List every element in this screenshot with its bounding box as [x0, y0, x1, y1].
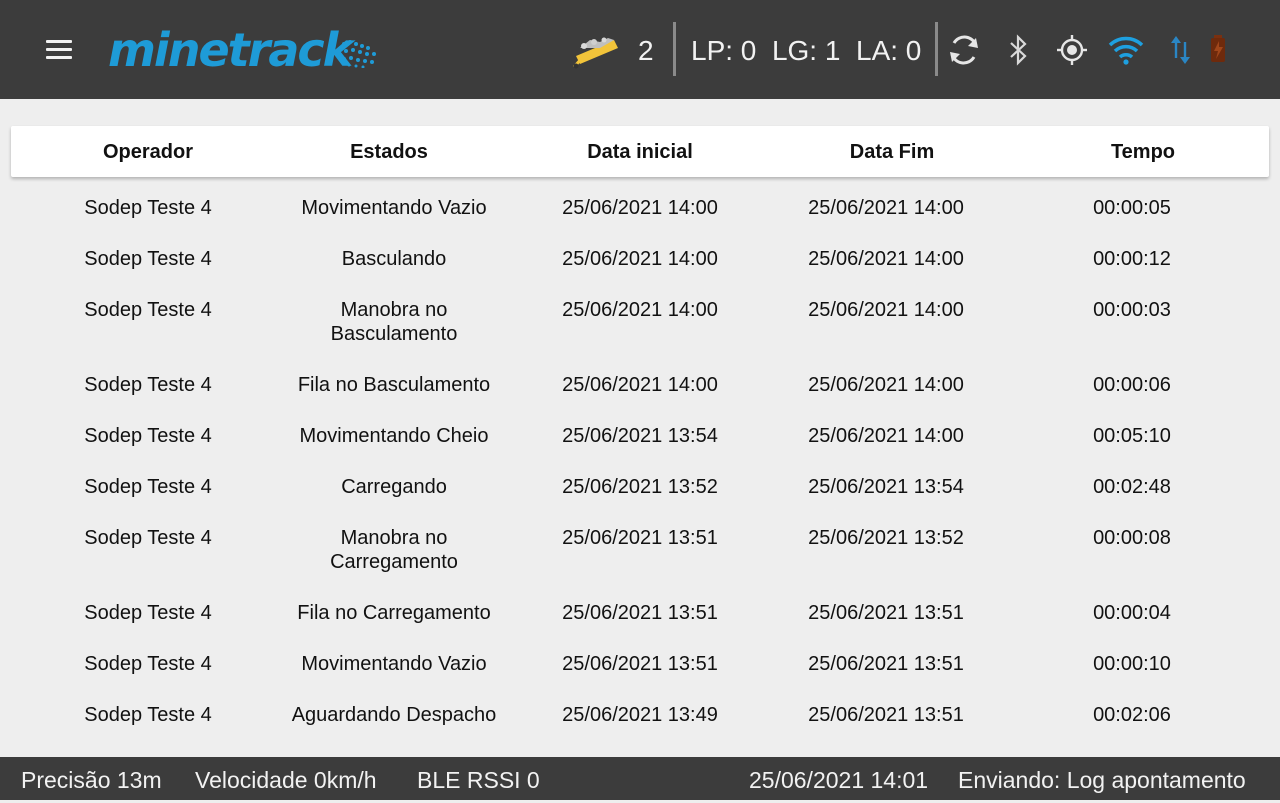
cell-data-inicial: 25/06/2021 13:54	[562, 425, 718, 447]
cell-operador: Sodep Teste 4	[84, 653, 212, 675]
cell-operador: Sodep Teste 4	[84, 299, 212, 321]
column-header-tempo[interactable]: Tempo	[1019, 126, 1267, 177]
truck-icon	[572, 37, 618, 69]
cell-tempo: 00:00:05	[1093, 197, 1171, 219]
ble-rssi-readout: BLE RSSI 0	[417, 767, 540, 793]
cell-operador: Sodep Teste 4	[84, 602, 212, 624]
cell-operador: Sodep Teste 4	[84, 425, 212, 447]
la-counter: LA: 0	[856, 35, 922, 66]
cell-data-inicial: 25/06/2021 14:00	[562, 299, 718, 321]
cell-estado: Manobra no Carregamento	[330, 527, 458, 573]
cell-tempo: 00:00:10	[1093, 653, 1171, 675]
load-counters: LP: 0 LG: 1 LA: 0	[691, 33, 921, 69]
cell-data-fim: 25/06/2021 13:51	[808, 653, 964, 675]
bluetooth-icon	[1010, 34, 1027, 66]
menu-icon[interactable]	[44, 38, 74, 62]
cell-estado: Basculando	[341, 248, 447, 270]
cell-estado: Fila no Basculamento	[297, 374, 491, 396]
cell-operador: Sodep Teste 4	[84, 527, 212, 549]
states-table-body: Sodep Teste 4 Movimentando Vazio 25/06/2…	[0, 180, 1280, 738]
wifi-icon	[1108, 36, 1144, 65]
table-row[interactable]: Sodep Teste 4 Movimentando Vazio 25/06/2…	[0, 180, 1280, 231]
gps-icon	[1057, 35, 1087, 65]
sending-status: Enviando: Log apontamento	[958, 767, 1246, 793]
cell-data-inicial: 25/06/2021 13:51	[562, 527, 718, 549]
cell-tempo: 00:02:06	[1093, 704, 1171, 726]
battery-icon	[1211, 35, 1225, 62]
cell-tempo: 00:00:06	[1093, 374, 1171, 396]
lg-counter: LG: 1	[771, 35, 841, 66]
cell-operador: Sodep Teste 4	[84, 476, 212, 498]
cell-data-fim: 25/06/2021 14:00	[808, 374, 964, 396]
status-footer: Precisão 13m Velocidade 0km/h BLE RSSI 0…	[0, 757, 1280, 800]
lp-counter: LP: 0	[691, 35, 757, 66]
top-app-bar: minetrack 2 LP: 0 LG: 1 LA: 0	[0, 0, 1280, 99]
table-row[interactable]: Sodep Teste 4 Fila no Basculamento 25/06…	[0, 357, 1280, 408]
cell-tempo: 00:00:03	[1093, 299, 1171, 321]
cell-operador: Sodep Teste 4	[84, 704, 212, 726]
cell-tempo: 00:00:12	[1093, 248, 1171, 270]
cell-estado: Carregando	[341, 476, 447, 498]
cell-operador: Sodep Teste 4	[84, 197, 212, 219]
cell-operador: Sodep Teste 4	[84, 248, 212, 270]
cell-data-inicial: 25/06/2021 13:51	[562, 653, 718, 675]
cell-estado: Fila no Carregamento	[297, 602, 491, 624]
table-row[interactable]: Sodep Teste 4 Movimentando Vazio 25/06/2…	[0, 636, 1280, 687]
cell-estado: Movimentando Vazio	[301, 653, 487, 675]
speed-readout: Velocidade 0km/h	[195, 767, 377, 793]
cell-tempo: 00:02:48	[1093, 476, 1171, 498]
table-row[interactable]: Sodep Teste 4 Movimentando Cheio 25/06/2…	[0, 408, 1280, 459]
table-header: Operador Estados Data inicial Data Fim T…	[11, 126, 1269, 177]
table-row[interactable]: Sodep Teste 4 Manobra no Carregamento 25…	[0, 510, 1280, 585]
column-header-estados[interactable]: Estados	[271, 126, 507, 177]
column-header-data-fim[interactable]: Data Fim	[767, 126, 1017, 177]
table-row[interactable]: Sodep Teste 4 Aguardando Despacho 25/06/…	[0, 687, 1280, 738]
column-header-data-inicial[interactable]: Data inicial	[517, 126, 763, 177]
cell-estado: Movimentando Vazio	[301, 197, 487, 219]
cell-data-fim: 25/06/2021 13:54	[808, 476, 964, 498]
cell-data-inicial: 25/06/2021 14:00	[562, 248, 718, 270]
precision-readout: Precisão 13m	[21, 767, 162, 793]
cell-data-fim: 25/06/2021 13:52	[808, 527, 964, 549]
cell-tempo: 00:05:10	[1093, 425, 1171, 447]
cell-data-inicial: 25/06/2021 13:52	[562, 476, 718, 498]
cell-data-fim: 25/06/2021 13:51	[808, 704, 964, 726]
minetrack-logo: minetrack	[108, 24, 378, 78]
truck-count: 2	[638, 35, 654, 66]
data-transfer-icon	[1171, 36, 1190, 64]
header-divider	[935, 22, 938, 76]
cell-data-inicial: 25/06/2021 13:51	[562, 602, 718, 624]
cell-estado: Movimentando Cheio	[299, 425, 489, 447]
cell-data-fim: 25/06/2021 14:00	[808, 197, 964, 219]
cell-data-inicial: 25/06/2021 13:49	[562, 704, 718, 726]
cell-data-inicial: 25/06/2021 14:00	[562, 197, 718, 219]
table-row[interactable]: Sodep Teste 4 Manobra no Basculamento 25…	[0, 282, 1280, 357]
cell-data-fim: 25/06/2021 14:00	[808, 248, 964, 270]
cell-data-inicial: 25/06/2021 14:00	[562, 374, 718, 396]
cell-tempo: 00:00:04	[1093, 602, 1171, 624]
header-divider	[673, 22, 676, 76]
table-row[interactable]: Sodep Teste 4 Fila no Carregamento 25/06…	[0, 585, 1280, 636]
current-datetime: 25/06/2021 14:01	[749, 767, 929, 793]
table-row[interactable]: Sodep Teste 4 Carregando 25/06/2021 13:5…	[0, 459, 1280, 510]
cell-estado: Aguardando Despacho	[291, 704, 497, 726]
cell-data-fim: 25/06/2021 14:00	[808, 299, 964, 321]
cell-estado: Manobra no Basculamento	[330, 299, 458, 345]
cell-data-fim: 25/06/2021 13:51	[808, 602, 964, 624]
cell-data-fim: 25/06/2021 14:00	[808, 425, 964, 447]
table-row[interactable]: Sodep Teste 4 Basculando 25/06/2021 14:0…	[0, 231, 1280, 282]
sync-icon[interactable]	[946, 32, 982, 68]
column-header-operador[interactable]: Operador	[25, 126, 271, 177]
logo-dots-icon	[342, 40, 376, 68]
cell-operador: Sodep Teste 4	[84, 374, 212, 396]
cell-tempo: 00:00:08	[1093, 527, 1171, 549]
logo-text: minetrack	[108, 23, 353, 77]
